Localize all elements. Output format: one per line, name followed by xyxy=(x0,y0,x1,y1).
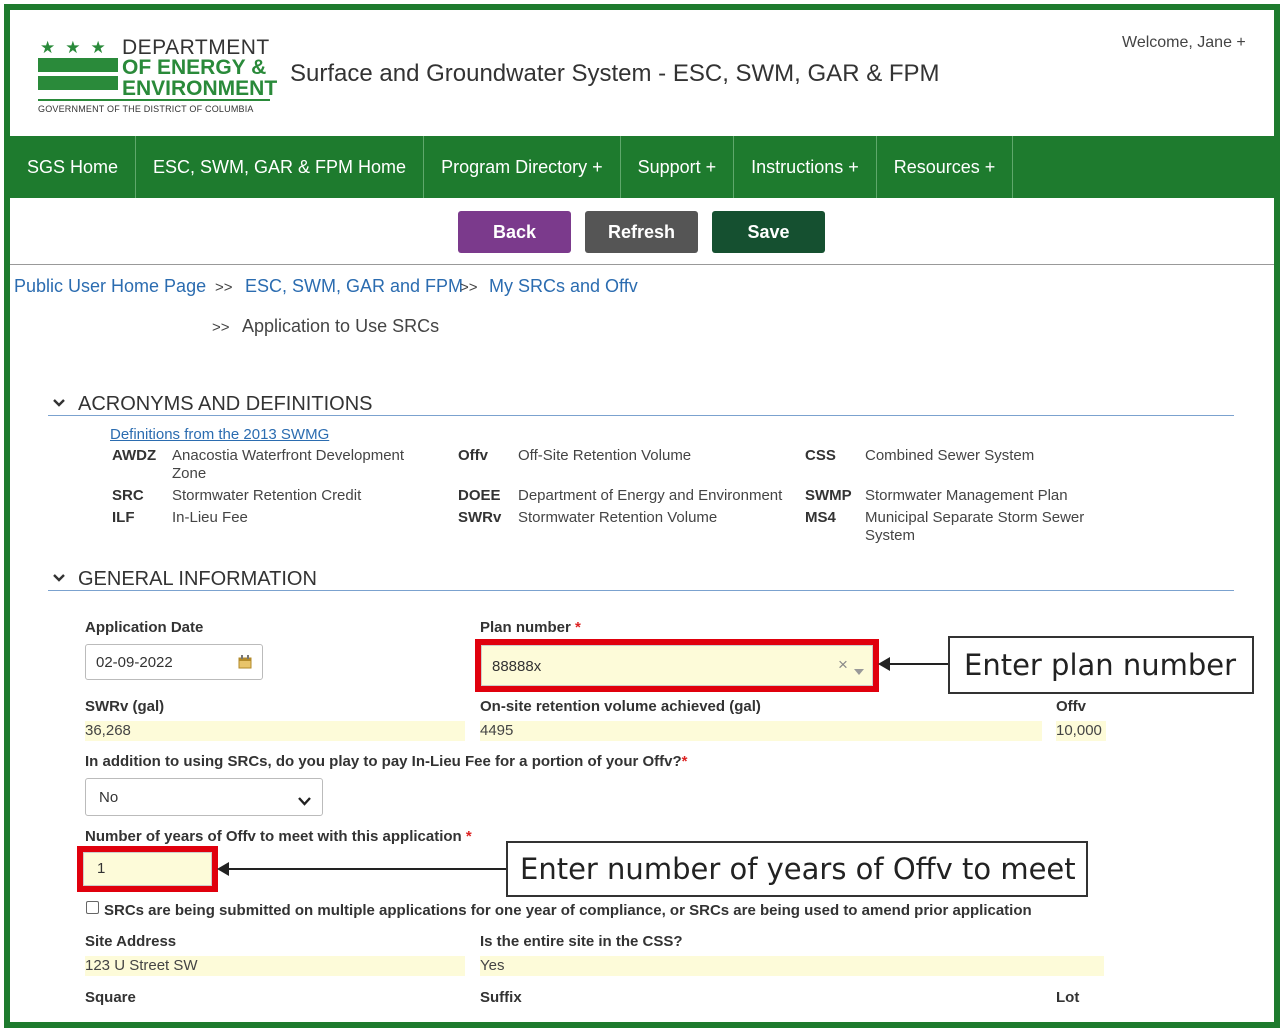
acronym-abbr: SRC xyxy=(112,487,144,504)
section-rule xyxy=(48,590,1234,591)
refresh-button[interactable]: Refresh xyxy=(585,211,698,253)
acronym-def: Stormwater Retention Volume xyxy=(518,509,718,526)
nav-resources[interactable]: Resources + xyxy=(877,136,1014,198)
chevron-down-icon[interactable] xyxy=(52,396,66,413)
callout-arrow-line xyxy=(886,663,948,665)
acronym-abbr: MS4 xyxy=(805,509,836,526)
acronym-abbr: CSS xyxy=(805,447,836,464)
section-title-general[interactable]: GENERAL INFORMATION xyxy=(78,568,317,591)
callout-plan-number: Enter plan number xyxy=(948,636,1254,694)
offv-label: Offv xyxy=(1056,698,1086,715)
square-label: Square xyxy=(85,989,136,1006)
breadcrumb-my-srcs[interactable]: My SRCs and Offv xyxy=(489,276,638,297)
user-menu[interactable]: Welcome, Jane + xyxy=(1122,34,1246,52)
years-input[interactable]: 1 xyxy=(83,852,212,886)
onsite-volume-value: 4495 xyxy=(480,721,1042,741)
acronym-abbr: SWRv xyxy=(458,509,502,526)
site-address-label: Site Address xyxy=(85,933,177,950)
ilf-select[interactable]: No xyxy=(85,778,323,816)
plan-number-label: Plan number * xyxy=(480,619,581,636)
years-label-text: Number of years of Offv to meet with thi… xyxy=(85,828,462,845)
acronym-def: Department of Energy and Environment xyxy=(518,487,783,504)
clear-icon[interactable]: × xyxy=(838,655,848,675)
arrowhead-left-icon xyxy=(217,862,229,881)
required-marker: * xyxy=(681,753,688,770)
nav-esc-home[interactable]: ESC, SWM, GAR & FPM Home xyxy=(136,136,425,198)
logo-line3: ENVIRONMENT xyxy=(122,77,278,100)
breadcrumb-sep: >> xyxy=(215,279,233,296)
application-date-field[interactable]: 02-09-2022 xyxy=(85,644,263,680)
logo-line4: GOVERNMENT OF THE DISTRICT OF COLUMBIA xyxy=(38,104,254,114)
ilf-question-text: In addition to using SRCs, do you play t… xyxy=(85,753,682,770)
nav-program-directory[interactable]: Program Directory + xyxy=(424,136,621,198)
ilf-question-label: In addition to using SRCs, do you play t… xyxy=(85,753,688,770)
lot-label: Lot xyxy=(1056,989,1080,1006)
offv-value: 10,000 xyxy=(1056,721,1106,741)
screenshot-frame: ★★★ DEPARTMENT OF ENERGY & ENVIRONMENT G… xyxy=(4,4,1280,1028)
acronym-def: Off-Site Retention Volume xyxy=(518,447,692,464)
calendar-icon[interactable] xyxy=(238,655,252,673)
chevron-down-icon[interactable] xyxy=(854,662,864,680)
onsite-volume-label: On-site retention volume achieved (gal) xyxy=(480,698,761,715)
nav-instructions[interactable]: Instructions + xyxy=(734,136,877,198)
swmg-definitions-link[interactable]: Definitions from the 2013 SWMG xyxy=(110,426,329,443)
multi-app-checkbox[interactable] xyxy=(86,901,99,914)
multi-app-checkbox-label: SRCs are being submitted on multiple app… xyxy=(104,902,1032,919)
in-css-value: Yes xyxy=(480,956,1104,976)
site-address-value: 123 U Street SW xyxy=(85,956,465,976)
nav-sgs-home[interactable]: SGS Home xyxy=(10,136,137,198)
swrv-label: SWRv (gal) xyxy=(85,698,165,715)
acronym-def: Stormwater Retention Credit xyxy=(172,487,362,504)
acronym-abbr: AWDZ xyxy=(112,447,157,464)
chevron-down-icon[interactable] xyxy=(52,571,66,588)
years-label: Number of years of Offv to meet with thi… xyxy=(85,828,472,845)
back-button[interactable]: Back xyxy=(458,211,571,253)
acronym-def: Anacostia Waterfront Development Zone xyxy=(172,447,405,482)
acronym-def: Stormwater Management Plan xyxy=(865,487,1068,504)
callout-years: Enter number of years of Offv to meet xyxy=(506,841,1088,897)
application-date-label: Application Date xyxy=(85,619,204,636)
star-icons: ★★★ xyxy=(40,38,116,57)
doee-logo[interactable]: ★★★ DEPARTMENT OF ENERGY & ENVIRONMENT G… xyxy=(36,34,278,124)
site-title: Surface and Groundwater System - ESC, SW… xyxy=(290,60,940,87)
breadcrumb-current: Application to Use SRCs xyxy=(242,316,440,336)
callout-arrow-line xyxy=(224,868,506,870)
required-marker: * xyxy=(465,828,472,845)
save-button[interactable]: Save xyxy=(712,211,825,253)
divider xyxy=(10,264,1274,265)
logo-band xyxy=(38,76,118,90)
nav-support[interactable]: Support + xyxy=(621,136,735,198)
plan-number-value: 88888x xyxy=(492,658,542,675)
breadcrumb-esc[interactable]: ESC, SWM, GAR and FPM xyxy=(245,276,463,297)
swrv-value: 36,268 xyxy=(85,721,465,741)
main-nav: SGS Home ESC, SWM, GAR & FPM Home Progra… xyxy=(10,136,1274,198)
required-marker: * xyxy=(575,619,581,636)
suffix-label: Suffix xyxy=(480,989,522,1006)
chevron-down-icon xyxy=(298,793,311,810)
application-date-value: 02-09-2022 xyxy=(96,654,173,671)
plan-number-label-text: Plan number xyxy=(480,619,571,636)
acronym-def: Municipal Separate Storm Sewer System xyxy=(865,509,1085,544)
plan-number-select[interactable]: 88888x × xyxy=(481,645,873,686)
section-rule xyxy=(48,415,1234,416)
acronym-def: Combined Sewer System xyxy=(865,447,1035,464)
acronym-abbr: Offv xyxy=(458,447,488,464)
arrowhead-left-icon xyxy=(878,657,890,676)
logo-rule xyxy=(38,99,270,101)
in-css-label: Is the entire site in the CSS? xyxy=(480,933,683,950)
breadcrumb-public-home[interactable]: Public User Home Page xyxy=(14,276,206,297)
section-title-acronyms[interactable]: ACRONYMS AND DEFINITIONS xyxy=(78,393,372,416)
acronym-abbr: SWMP xyxy=(805,487,852,504)
acronym-def: In-Lieu Fee xyxy=(172,509,248,526)
breadcrumb-sep: >> xyxy=(212,319,230,336)
logo-band xyxy=(38,58,118,72)
breadcrumb-sep: >> xyxy=(460,279,478,296)
ilf-select-value: No xyxy=(99,789,119,806)
acronym-abbr: DOEE xyxy=(458,487,501,504)
acronym-abbr: ILF xyxy=(112,509,135,526)
